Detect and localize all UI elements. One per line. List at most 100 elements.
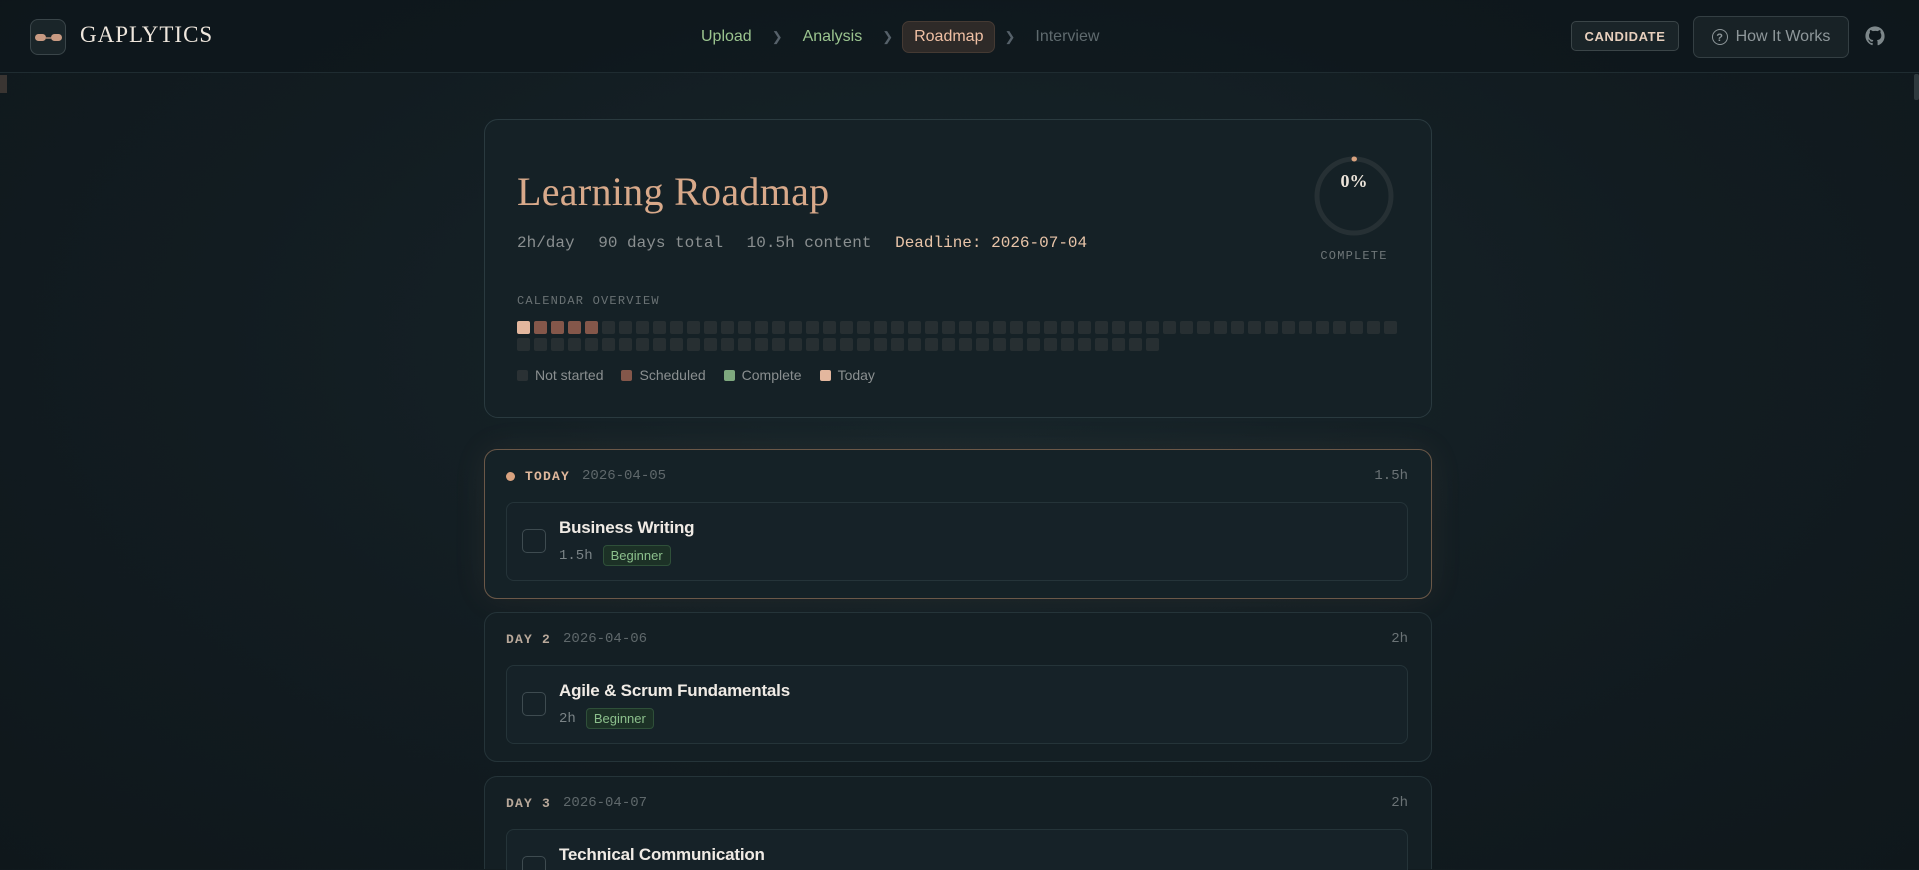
calendar-day-cell[interactable] <box>1112 338 1125 351</box>
calendar-day-cell[interactable] <box>551 321 564 334</box>
candidate-button[interactable]: CANDIDATE <box>1571 21 1679 51</box>
task-item[interactable]: Agile & Scrum Fundamentals 2h Beginner <box>506 665 1408 744</box>
calendar-day-cell[interactable] <box>653 321 666 334</box>
calendar-day-cell[interactable] <box>738 321 751 334</box>
calendar-day-cell[interactable] <box>1044 338 1057 351</box>
calendar-day-cell[interactable] <box>636 321 649 334</box>
calendar-day-cell[interactable] <box>755 338 768 351</box>
calendar-day-cell[interactable] <box>1078 321 1091 334</box>
calendar-day-cell[interactable] <box>1333 321 1346 334</box>
calendar-day-cell[interactable] <box>806 338 819 351</box>
calendar-day-cell[interactable] <box>619 321 632 334</box>
task-checkbox[interactable] <box>522 692 546 716</box>
calendar-day-cell[interactable] <box>1044 321 1057 334</box>
how-it-works-button[interactable]: ? How It Works <box>1693 16 1849 58</box>
calendar-day-cell[interactable] <box>1299 321 1312 334</box>
calendar-day-cell[interactable] <box>704 338 717 351</box>
calendar-day-cell[interactable] <box>1010 338 1023 351</box>
calendar-day-cell[interactable] <box>789 338 802 351</box>
calendar-day-cell[interactable] <box>976 321 989 334</box>
calendar-day-cell[interactable] <box>585 338 598 351</box>
calendar-day-cell[interactable] <box>602 321 615 334</box>
calendar-day-cell[interactable] <box>1316 321 1329 334</box>
calendar-day-cell[interactable] <box>840 321 853 334</box>
step-interview[interactable]: Interview <box>1024 22 1110 52</box>
calendar-day-cell[interactable] <box>857 321 870 334</box>
calendar-day-cell[interactable] <box>704 321 717 334</box>
calendar-day-cell[interactable] <box>1112 321 1125 334</box>
calendar-day-cell[interactable] <box>823 338 836 351</box>
calendar-day-cell[interactable] <box>687 338 700 351</box>
calendar-day-cell[interactable] <box>653 338 666 351</box>
task-checkbox[interactable] <box>522 856 546 870</box>
calendar-day-cell[interactable] <box>925 338 938 351</box>
calendar-day-cell[interactable] <box>1095 338 1108 351</box>
calendar-day-cell[interactable] <box>568 338 581 351</box>
calendar-day-cell[interactable] <box>636 338 649 351</box>
calendar-day-cell[interactable] <box>993 321 1006 334</box>
calendar-day-cell[interactable] <box>534 321 547 334</box>
calendar-day-cell[interactable] <box>687 321 700 334</box>
calendar-day-cell[interactable] <box>551 338 564 351</box>
calendar-day-cell[interactable] <box>891 338 904 351</box>
calendar-day-cell[interactable] <box>976 338 989 351</box>
calendar-day-cell[interactable] <box>908 321 921 334</box>
task-item[interactable]: Technical Communication <box>506 829 1408 870</box>
calendar-day-cell[interactable] <box>1146 338 1159 351</box>
calendar-day-cell[interactable] <box>1282 321 1295 334</box>
calendar-day-cell[interactable] <box>993 338 1006 351</box>
step-analysis[interactable]: Analysis <box>792 22 874 52</box>
step-upload[interactable]: Upload <box>690 22 763 52</box>
calendar-day-cell[interactable] <box>738 338 751 351</box>
calendar-day-cell[interactable] <box>1146 321 1159 334</box>
calendar-day-cell[interactable] <box>772 321 785 334</box>
calendar-day-cell[interactable] <box>1163 321 1176 334</box>
calendar-day-cell[interactable] <box>1061 321 1074 334</box>
calendar-day-cell[interactable] <box>1197 321 1210 334</box>
calendar-day-cell[interactable] <box>1265 321 1278 334</box>
calendar-day-cell[interactable] <box>721 338 734 351</box>
calendar-day-cell[interactable] <box>755 321 768 334</box>
calendar-day-cell[interactable] <box>721 321 734 334</box>
calendar-day-cell[interactable] <box>874 338 887 351</box>
calendar-day-cell[interactable] <box>789 321 802 334</box>
calendar-day-cell[interactable] <box>1384 321 1397 334</box>
calendar-day-cell[interactable] <box>602 338 615 351</box>
calendar-day-cell[interactable] <box>1078 338 1091 351</box>
calendar-day-cell[interactable] <box>1180 321 1193 334</box>
calendar-day-cell[interactable] <box>517 338 530 351</box>
calendar-day-cell[interactable] <box>1061 338 1074 351</box>
calendar-day-cell[interactable] <box>619 338 632 351</box>
calendar-day-cell[interactable] <box>772 338 785 351</box>
calendar-day-cell[interactable] <box>1027 321 1040 334</box>
task-item[interactable]: Business Writing 1.5h Beginner <box>506 502 1408 581</box>
calendar-day-cell[interactable] <box>1350 321 1363 334</box>
calendar-day-cell[interactable] <box>823 321 836 334</box>
calendar-day-cell[interactable] <box>840 338 853 351</box>
calendar-day-cell[interactable] <box>517 321 530 334</box>
calendar-day-cell[interactable] <box>1214 321 1227 334</box>
calendar-day-cell[interactable] <box>925 321 938 334</box>
calendar-day-cell[interactable] <box>568 321 581 334</box>
calendar-day-cell[interactable] <box>534 338 547 351</box>
calendar-day-cell[interactable] <box>874 321 887 334</box>
calendar-day-cell[interactable] <box>908 338 921 351</box>
logo-icon[interactable] <box>30 19 66 55</box>
calendar-day-cell[interactable] <box>959 321 972 334</box>
calendar-day-cell[interactable] <box>1095 321 1108 334</box>
calendar-day-cell[interactable] <box>1129 338 1142 351</box>
github-icon[interactable] <box>1865 26 1885 46</box>
calendar-day-cell[interactable] <box>1248 321 1261 334</box>
calendar-day-cell[interactable] <box>1231 321 1244 334</box>
calendar-day-cell[interactable] <box>670 338 683 351</box>
calendar-day-cell[interactable] <box>806 321 819 334</box>
calendar-day-cell[interactable] <box>942 338 955 351</box>
calendar-day-cell[interactable] <box>1010 321 1023 334</box>
calendar-day-cell[interactable] <box>857 338 870 351</box>
calendar-day-cell[interactable] <box>585 321 598 334</box>
task-checkbox[interactable] <box>522 529 546 553</box>
calendar-day-cell[interactable] <box>1027 338 1040 351</box>
calendar-day-cell[interactable] <box>670 321 683 334</box>
step-roadmap[interactable]: Roadmap <box>902 21 996 53</box>
calendar-day-cell[interactable] <box>1367 321 1380 334</box>
